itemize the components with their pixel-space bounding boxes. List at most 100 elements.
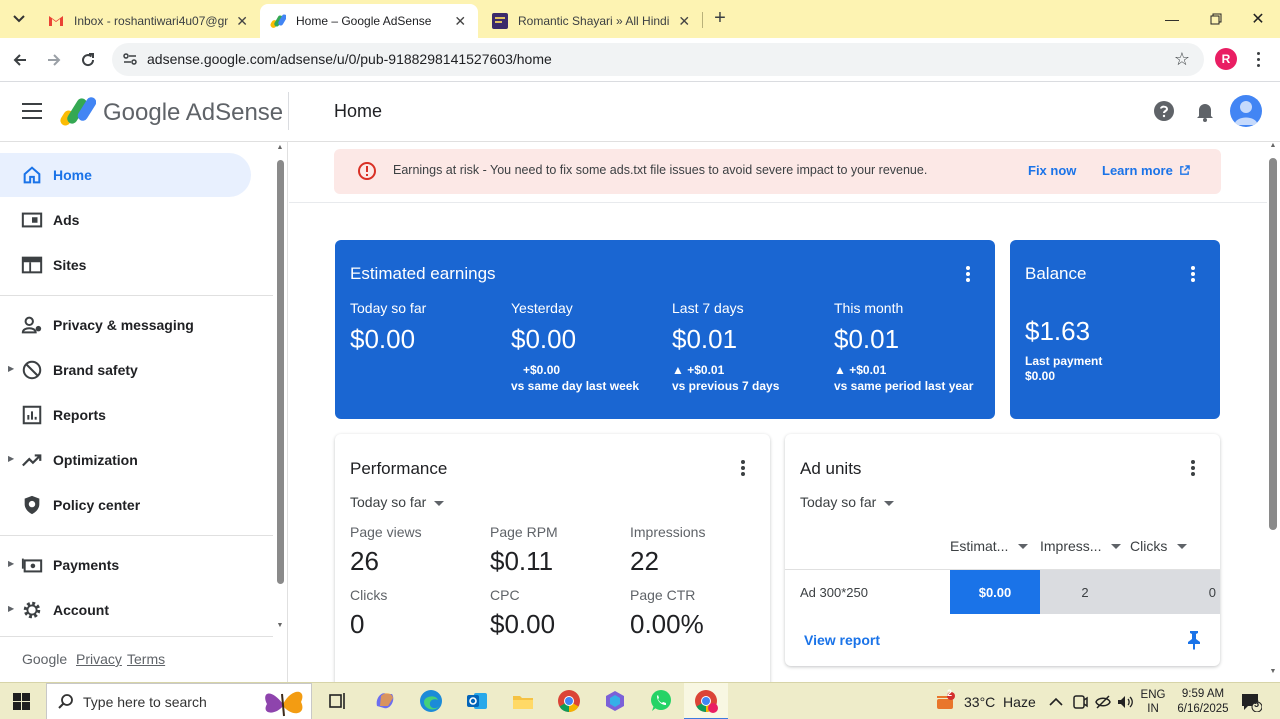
scrollbar-thumb[interactable]	[1269, 158, 1277, 530]
earnings-cell: $0.00	[950, 570, 1040, 614]
close-icon[interactable]: ✕	[453, 13, 468, 30]
column-header-earnings[interactable]: Estimat...	[950, 538, 1029, 554]
view-report-link[interactable]: View report	[804, 632, 880, 648]
volume-icon[interactable]	[1116, 693, 1134, 711]
column-header-impressions[interactable]: Impress...	[1040, 538, 1122, 554]
more-options-icon[interactable]	[740, 460, 746, 476]
more-options-icon[interactable]	[1190, 266, 1196, 282]
sidebar-item-label: Home	[53, 167, 92, 183]
terms-link[interactable]: Terms	[127, 651, 165, 667]
main-menu-icon[interactable]	[22, 103, 42, 119]
sidebar-item-reports[interactable]: Reports	[0, 393, 251, 437]
sidebar-item-optimization[interactable]: ▶ Optimization	[0, 438, 251, 482]
performance-card: Performance Today so far Page views 26 P…	[335, 434, 770, 682]
site-settings-icon[interactable]	[122, 51, 138, 67]
outlook-icon[interactable]	[464, 688, 490, 714]
more-options-icon[interactable]	[965, 266, 971, 282]
chevron-up-icon	[1049, 697, 1063, 706]
profile-button[interactable]: R	[1215, 48, 1237, 70]
taskbar-search-box[interactable]: Type here to search	[46, 683, 312, 719]
clock[interactable]: 9:59 AM 6/16/2025	[1175, 683, 1231, 719]
content-divider	[289, 202, 1267, 203]
tab-adsense[interactable]: Home – Google AdSense ✕	[260, 4, 478, 38]
meet-now-icon[interactable]	[1071, 693, 1089, 711]
sidebar-item-label: Optimization	[53, 452, 138, 468]
sidebar-item-privacy[interactable]: Privacy & messaging	[0, 303, 251, 347]
chrome-icon[interactable]	[556, 688, 582, 714]
adsense-logo	[60, 97, 96, 126]
metric-value: $0.00	[511, 324, 577, 354]
sidebar-scrollbar[interactable]: ▲ ▼	[276, 144, 284, 632]
perf-metric-clicks: Clicks 0	[350, 587, 387, 640]
table-row[interactable]: Ad 300*250 $0.00 2 0	[785, 569, 1220, 614]
reload-button[interactable]	[74, 46, 102, 74]
chrome-profile-icon	[695, 690, 718, 713]
tab-search-button[interactable]	[7, 7, 31, 31]
close-window-button[interactable]: ✕	[1236, 0, 1280, 38]
scroll-down-arrow-icon[interactable]: ▼	[276, 622, 284, 629]
metric-value: $0.11	[490, 546, 554, 576]
browser-menu-icon[interactable]	[1250, 48, 1266, 70]
metric-value: $0.00	[350, 324, 416, 354]
address-bar[interactable]: adsense.google.com/adsense/u/0/pub-91882…	[112, 43, 1204, 76]
sidebar-item-account[interactable]: ▶ Account	[0, 588, 251, 632]
input-language-indicator[interactable]: ENG IN	[1140, 683, 1166, 719]
region-code: IN	[1147, 702, 1159, 715]
tab-shayari[interactable]: Romantic Shayari » All Hindi Sh ✕	[482, 4, 702, 38]
sidebar-item-payments[interactable]: ▶ Payments	[0, 543, 251, 587]
fix-now-button[interactable]: Fix now	[1028, 163, 1076, 178]
column-header-clicks[interactable]: Clicks	[1130, 538, 1188, 554]
sidebar-item-label: Privacy & messaging	[53, 317, 194, 333]
pin-icon[interactable]	[1185, 630, 1203, 650]
network-icon[interactable]	[1094, 693, 1112, 711]
windows-start-icon[interactable]	[13, 693, 30, 710]
butterfly-illustration	[265, 691, 303, 717]
notification-center-button[interactable]: 5	[1240, 683, 1262, 719]
sidebar-item-sites[interactable]: Sites	[0, 243, 251, 287]
scroll-up-arrow-icon[interactable]: ▲	[1269, 142, 1277, 149]
weather-widget[interactable]: 2 33°C Haze	[934, 683, 1036, 719]
restore-button[interactable]	[1194, 0, 1238, 38]
help-icon[interactable]	[1152, 99, 1176, 123]
card-title: Balance	[1025, 264, 1087, 283]
learn-more-link[interactable]: Learn more	[1102, 163, 1191, 178]
sidebar-item-ads[interactable]: Ads	[0, 198, 251, 242]
new-tab-button[interactable]: +	[709, 8, 731, 30]
microsoft-365-icon[interactable]	[602, 688, 628, 714]
date-range-dropdown[interactable]: Today so far	[800, 494, 895, 510]
chrome-profile-running-app[interactable]	[684, 683, 728, 719]
task-view-icon[interactable]	[325, 688, 351, 714]
url-text: adsense.google.com/adsense/u/0/pub-91882…	[147, 51, 552, 67]
notifications-bell-icon[interactable]	[1193, 99, 1217, 123]
file-explorer-icon[interactable]	[510, 688, 536, 714]
main-scrollbar[interactable]: ▲ ▼	[1267, 142, 1279, 682]
metric-value: 0	[350, 609, 365, 639]
sidebar-nav: Home Ads Sites Privacy & messaging ▶ Bra…	[0, 142, 288, 682]
whatsapp-icon[interactable]	[648, 688, 674, 714]
scrollbar-thumb[interactable]	[277, 160, 284, 584]
copilot-icon[interactable]	[372, 688, 398, 714]
show-hidden-icons-chevron[interactable]	[1049, 683, 1063, 719]
scroll-up-arrow-icon[interactable]: ▲	[276, 144, 284, 151]
weather-text: 33°C Haze	[964, 693, 1036, 710]
sidebar-item-label: Policy center	[53, 497, 141, 513]
privacy-link[interactable]: Privacy	[76, 651, 122, 667]
date-range-dropdown[interactable]: Today so far	[350, 494, 445, 510]
minimize-button[interactable]: —	[1150, 0, 1194, 38]
bookmark-star-icon[interactable]: ☆	[1174, 49, 1190, 70]
edge-browser-icon[interactable]	[418, 688, 444, 714]
account-avatar[interactable]	[1230, 95, 1262, 127]
more-options-icon[interactable]	[1190, 460, 1196, 476]
close-icon[interactable]: ✕	[234, 13, 250, 30]
sidebar-item-policy-center[interactable]: Policy center	[0, 483, 251, 527]
sidebar-item-brand-safety[interactable]: ▶ Brand safety	[0, 348, 251, 392]
back-button[interactable]	[6, 46, 34, 74]
notification-count: 5	[1254, 699, 1260, 709]
sidebar-item-home[interactable]: Home	[0, 153, 251, 197]
close-icon[interactable]: ✕	[676, 13, 692, 30]
forward-button[interactable]	[40, 46, 68, 74]
gear-icon	[23, 601, 41, 619]
clock-date: 6/16/2025	[1177, 702, 1229, 715]
tab-gmail[interactable]: Inbox - roshantiwari4u07@gma ✕	[38, 4, 260, 38]
scroll-down-arrow-icon[interactable]: ▼	[1269, 668, 1277, 675]
